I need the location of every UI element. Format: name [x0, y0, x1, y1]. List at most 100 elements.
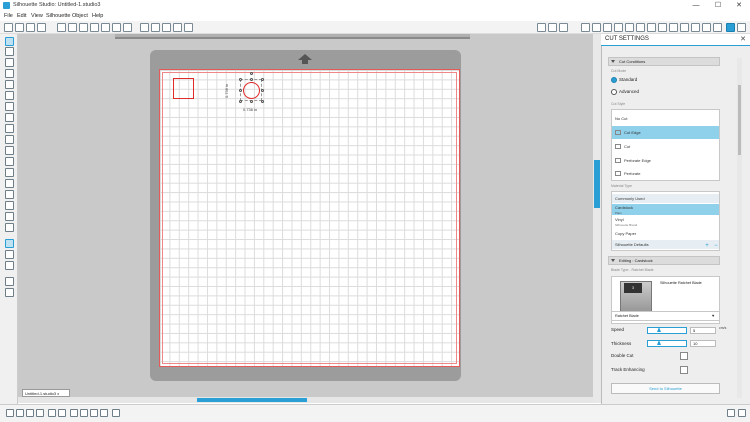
send-icon[interactable] [691, 23, 700, 32]
document-tab[interactable]: Untitled-1.studio3 x [22, 389, 70, 397]
line-style-icon[interactable] [669, 23, 678, 32]
knife-tool-icon[interactable] [5, 179, 14, 188]
rotate-handle[interactable] [250, 72, 253, 75]
transform-icon[interactable] [581, 23, 590, 32]
material-vinyl[interactable]: Vinyl Silhouette Brand [612, 216, 719, 227]
document-tab-close-icon[interactable]: x [57, 391, 59, 396]
unlink-icon[interactable] [100, 409, 108, 417]
resize-handle[interactable] [261, 100, 264, 103]
resize-handle[interactable] [239, 89, 242, 92]
maximize-button[interactable]: ☐ [707, 0, 729, 12]
weld-icon[interactable] [58, 409, 66, 417]
preferences-icon[interactable] [738, 409, 746, 417]
release-compound-icon[interactable] [36, 409, 44, 417]
arc-tool-icon[interactable] [5, 124, 14, 133]
make-compound-icon[interactable] [26, 409, 34, 417]
replicate-icon[interactable] [592, 23, 601, 32]
workspace-vertical-scrollbar[interactable] [593, 34, 601, 403]
editing-header[interactable]: Editing : Cardstock [608, 256, 720, 265]
material-copy-paper[interactable]: Copy Paper [612, 229, 719, 238]
smooth-freehand-icon[interactable] [5, 146, 14, 155]
remove-material-icon[interactable]: − [713, 243, 719, 249]
mode-standard[interactable]: Standard [611, 77, 637, 83]
menu-object[interactable]: Object [72, 13, 88, 19]
delete-icon[interactable] [101, 23, 110, 32]
library-icon[interactable] [702, 23, 711, 32]
extra-panel-icon[interactable] [737, 23, 746, 32]
style-cut-edge[interactable]: Cut Edge [612, 126, 719, 139]
pan-icon[interactable] [184, 23, 193, 32]
blade-select[interactable]: Ratchet Blade ▼ [611, 311, 720, 321]
help-icon[interactable] [5, 261, 14, 270]
ungroup-icon[interactable] [16, 409, 24, 417]
print-icon[interactable] [57, 23, 66, 32]
style-perforate-edge[interactable]: Perforate Edge [612, 155, 719, 167]
resize-handle[interactable] [239, 100, 242, 103]
grid-icon[interactable] [548, 23, 557, 32]
material-cardstock[interactable]: Cardstock Plain [612, 204, 719, 215]
menu-file[interactable]: File [4, 13, 13, 19]
comment-icon[interactable] [5, 250, 14, 259]
cut-settings-icon[interactable] [726, 23, 735, 32]
save-as-icon[interactable] [37, 23, 46, 32]
minimize-button[interactable]: — [685, 0, 707, 12]
settings-gear-icon[interactable] [727, 409, 735, 417]
redo-icon[interactable] [123, 23, 132, 32]
speed-slider[interactable] [647, 327, 687, 334]
media-icon[interactable] [5, 288, 14, 297]
menu-help[interactable]: Help [92, 13, 103, 19]
copy-icon[interactable] [79, 23, 88, 32]
open-file-icon[interactable] [15, 23, 24, 32]
menu-silhouette[interactable]: Silhouette [46, 13, 70, 19]
rectangle-shape[interactable] [173, 78, 194, 99]
design-view-icon[interactable] [5, 239, 14, 248]
line-tool-icon[interactable] [5, 58, 14, 67]
curve-tool-icon[interactable] [5, 113, 14, 122]
select-icon[interactable] [140, 23, 149, 32]
thickness-slider-thumb[interactable] [657, 340, 661, 345]
mode-advanced[interactable]: Advanced [611, 89, 639, 95]
point-edit-icon[interactable] [5, 47, 14, 56]
pen-tool-icon[interactable] [5, 223, 14, 232]
workspace-horizontal-scroll-thumb[interactable] [197, 398, 307, 402]
resize-handle[interactable] [239, 78, 242, 81]
material-silhouette-defaults[interactable]: Silhouette Defaults [612, 240, 719, 249]
thickness-slider[interactable] [647, 340, 687, 347]
eyedropper-icon[interactable] [5, 212, 14, 221]
duplicate-icon[interactable] [48, 409, 56, 417]
style-perforate[interactable]: Perforate [612, 168, 719, 180]
resize-handle[interactable] [261, 78, 264, 81]
offset-icon[interactable] [614, 23, 623, 32]
group-icon[interactable] [6, 409, 14, 417]
speed-input[interactable]: 5 [690, 327, 716, 334]
shapes-icon[interactable] [5, 190, 14, 199]
page-setup-icon[interactable] [537, 23, 546, 32]
zoom-fit-icon[interactable] [173, 23, 182, 32]
line-color-icon[interactable] [658, 23, 667, 32]
ellipse-tool-icon[interactable] [5, 91, 14, 100]
double-cut-checkbox[interactable] [680, 352, 688, 360]
undo-icon[interactable] [112, 23, 121, 32]
delete-object-icon[interactable] [70, 409, 78, 417]
freehand-tool-icon[interactable] [5, 135, 14, 144]
resize-handle[interactable] [261, 89, 264, 92]
rectangle-tool-icon[interactable] [5, 69, 14, 78]
sketch-icon[interactable] [5, 201, 14, 210]
trace-icon[interactable] [625, 23, 634, 32]
menu-edit[interactable]: Edit [17, 13, 26, 19]
pointer-icon[interactable] [80, 409, 88, 417]
material-commonly-used[interactable]: Commonly Used [612, 194, 719, 203]
workspace-vertical-scroll-thumb[interactable] [594, 160, 600, 208]
rounded-rect-icon[interactable] [5, 80, 14, 89]
cut-conditions-header[interactable]: Cut Conditions [608, 57, 720, 66]
polygon-tool-icon[interactable] [5, 102, 14, 111]
zoom-in-icon[interactable] [151, 23, 160, 32]
speed-slider-thumb[interactable] [657, 327, 661, 332]
page-icon[interactable] [5, 277, 14, 286]
text-tool-icon[interactable] [5, 157, 14, 166]
close-button[interactable]: ✕ [728, 0, 750, 12]
style-no-cut[interactable]: No Cut [612, 114, 719, 124]
fill-pattern-icon[interactable] [680, 23, 689, 32]
text-style-icon[interactable] [636, 23, 645, 32]
new-file-icon[interactable] [4, 23, 13, 32]
